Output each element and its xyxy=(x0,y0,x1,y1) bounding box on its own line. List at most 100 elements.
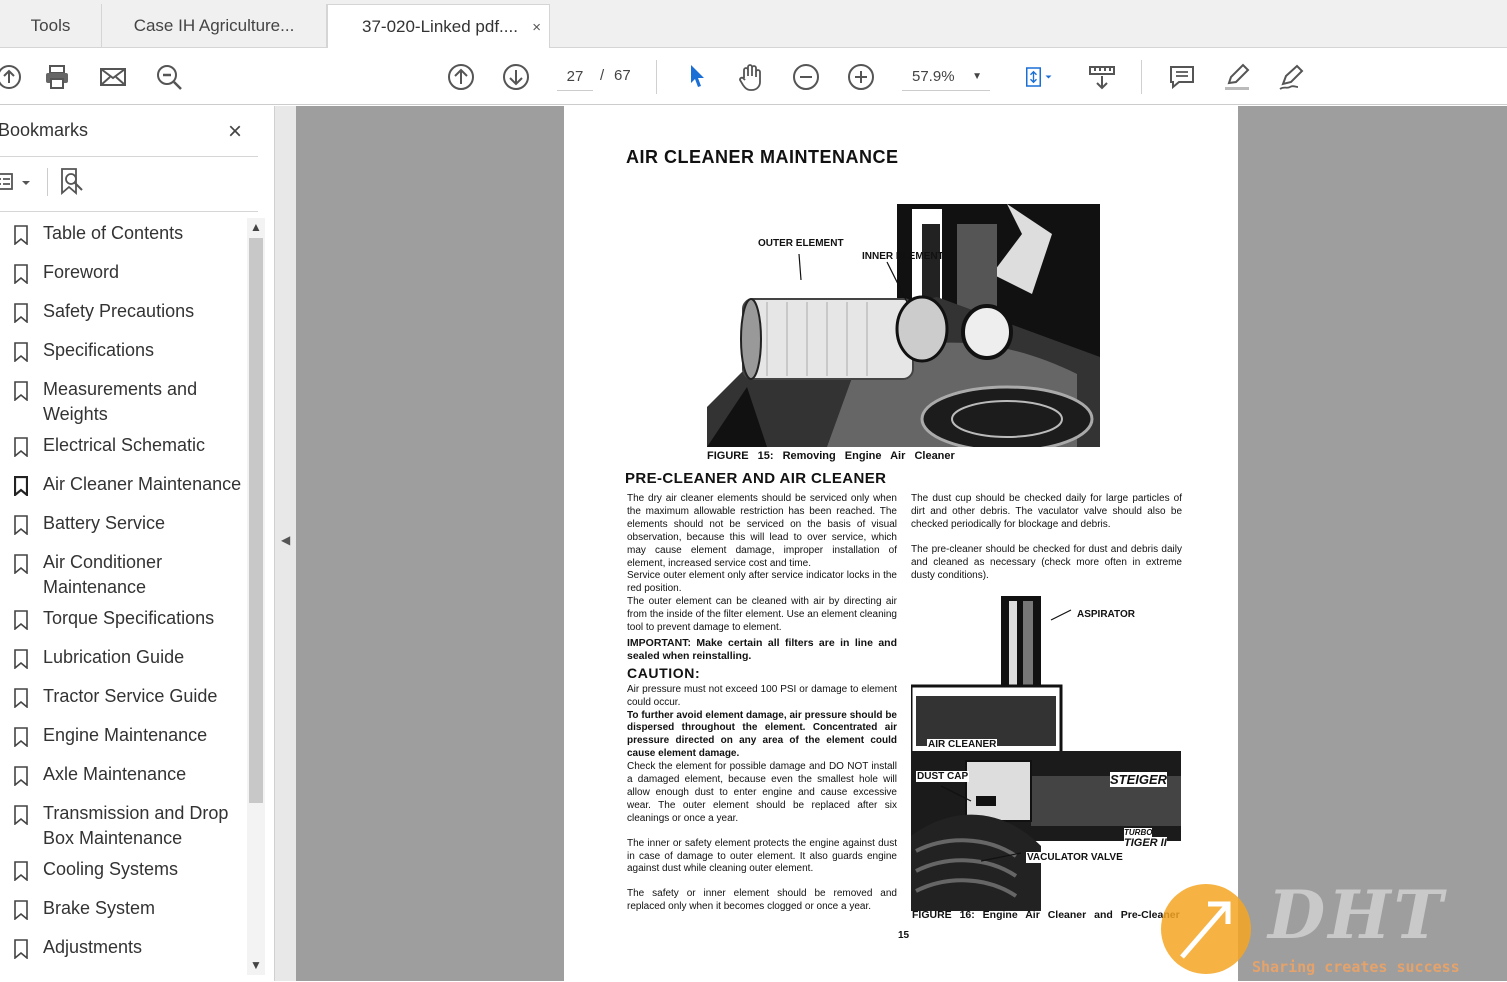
search-icon[interactable] xyxy=(152,60,186,94)
bookmark-icon xyxy=(14,939,28,959)
label-inner-element: INNER ELEMENT xyxy=(862,251,944,262)
page-number-input[interactable]: 27 xyxy=(557,63,593,91)
bookmark-icon xyxy=(14,900,28,920)
bookmark-label: Air Conditioner Maintenance xyxy=(43,552,163,597)
bookmark-icon xyxy=(14,861,28,881)
section-heading: PRE-CLEANER AND AIR CLEANER xyxy=(625,470,887,487)
toolbar-divider xyxy=(656,60,657,94)
paragraph: The safety or inner element should be re… xyxy=(627,888,897,913)
label-air-cleaner: AIR CLEANER xyxy=(927,739,998,750)
tab-linked-pdf-label: 37-020-Linked pdf.... xyxy=(362,17,518,36)
arrow-logo-icon xyxy=(1161,884,1251,974)
fit-page-icon[interactable] xyxy=(1015,60,1061,94)
label-turbo: TURBO xyxy=(1124,828,1153,837)
tab-case-ih[interactable]: Case IH Agriculture... xyxy=(102,4,327,48)
caution-heading: CAUTION: xyxy=(627,664,701,681)
page-total: 67 xyxy=(614,67,631,84)
new-bookmark-icon[interactable] xyxy=(58,166,88,196)
tab-case-ih-label: Case IH Agriculture... xyxy=(133,16,295,35)
bookmark-label: Air Cleaner Maintenance xyxy=(43,474,242,494)
bookmark-icon xyxy=(14,766,28,786)
email-icon[interactable] xyxy=(96,60,130,94)
zoom-in-icon[interactable] xyxy=(844,60,878,94)
bookmark-label: Table of Contents xyxy=(43,223,184,243)
tools-divider xyxy=(47,168,48,196)
tab-tools[interactable]: Tools xyxy=(0,4,102,48)
panel-divider xyxy=(0,156,258,157)
chevron-down-icon: ▼ xyxy=(972,71,982,82)
bookmark-label: Adjustments xyxy=(43,937,143,957)
upload-icon[interactable] xyxy=(0,60,26,94)
watermark-brand: DHT xyxy=(1268,876,1446,954)
tab-tools-label: Tools xyxy=(30,16,71,35)
scrolling-mode-icon[interactable] xyxy=(1085,60,1119,94)
label-tiger: TIGER II xyxy=(1124,837,1167,849)
zoom-out-icon[interactable] xyxy=(789,60,823,94)
document-viewer[interactable]: AIR CLEANER MAINTENANCE OUTER ELEMENT IN… xyxy=(296,106,1507,981)
bookmark-label: Engine Maintenance xyxy=(43,725,208,745)
dht-watermark: DHT Sharing creates success xyxy=(1160,876,1507,981)
figure-tractor-photo xyxy=(911,596,1181,911)
page-heading: AIR CLEANER MAINTENANCE xyxy=(626,147,899,167)
bookmark-icon xyxy=(14,805,28,825)
options-menu-icon[interactable] xyxy=(0,170,36,194)
bookmark-icon xyxy=(14,476,28,496)
paragraph: The pre-cleaner should be checked for du… xyxy=(911,543,1182,581)
paragraph: The inner or safety element protects the… xyxy=(627,837,897,875)
toolbar: 27 / 67 57.9% ▼ xyxy=(0,48,1507,105)
bookmark-icon xyxy=(14,381,28,401)
watermark-tagline: Sharing creates success xyxy=(1252,958,1460,976)
hand-tool-icon[interactable] xyxy=(734,60,768,94)
bookmarks-panel: Bookmarks × Table of Contents Foreword S… xyxy=(0,106,274,981)
left-column: The dry air cleaner elements should be s… xyxy=(627,493,897,914)
printed-page-number: 15 xyxy=(898,930,910,941)
scrollbar-thumb[interactable] xyxy=(249,238,263,803)
right-column: The dust cup should be checked daily for… xyxy=(911,493,1182,582)
bookmark-label: Lubrication Guide xyxy=(43,647,185,667)
label-outer-element: OUTER ELEMENT xyxy=(758,238,844,249)
bookmark-label: Tractor Service Guide xyxy=(43,686,218,706)
bookmark-label: Measurements and Weights xyxy=(43,379,198,424)
bookmark-label: Torque Specifications xyxy=(43,608,215,628)
previous-page-icon[interactable] xyxy=(444,60,478,94)
paragraph: The dry air cleaner elements should be s… xyxy=(627,493,897,569)
bookmark-label: Safety Precautions xyxy=(43,301,195,321)
bookmark-label: Foreword xyxy=(43,262,120,282)
bookmark-label: Battery Service xyxy=(43,513,166,533)
label-vaculator-valve: VACULATOR VALVE xyxy=(1026,852,1124,863)
paragraph: The outer element can be cleaned with ai… xyxy=(627,596,897,634)
label-aspirator: ASPIRATOR xyxy=(1077,609,1135,620)
bookmark-label: Brake System xyxy=(43,898,156,918)
paragraph: The dust cup should be checked daily for… xyxy=(911,493,1182,530)
bookmark-label: Axle Maintenance xyxy=(43,764,187,784)
zoom-select[interactable]: 57.9% ▼ xyxy=(902,63,990,91)
select-cursor-icon[interactable] xyxy=(680,60,714,94)
next-page-icon[interactable] xyxy=(499,60,533,94)
bookmark-label: Transmission and Drop Box Maintenance xyxy=(43,803,229,848)
panel-divider xyxy=(0,211,258,212)
figure-15-caption: FIGURE 15: Removing Engine Air Cleaner xyxy=(707,450,955,462)
bookmark-icon xyxy=(14,303,28,323)
panel-splitter[interactable]: ◀ xyxy=(274,106,296,981)
sign-icon[interactable] xyxy=(1275,60,1309,94)
bookmark-icon xyxy=(14,554,28,574)
scroll-up-icon[interactable]: ▲ xyxy=(247,220,265,234)
warning-paragraph: To further avoid element damage, air pre… xyxy=(627,709,897,760)
print-icon[interactable] xyxy=(40,60,74,94)
comment-icon[interactable] xyxy=(1165,60,1199,94)
bookmark-icon xyxy=(14,264,28,284)
bookmark-icon xyxy=(14,342,28,362)
scroll-down-icon[interactable]: ▼ xyxy=(247,958,265,972)
paragraph: Air pressure must not exceed 100 PSI or … xyxy=(627,683,897,708)
bookmark-icon xyxy=(14,649,28,669)
tab-linked-pdf[interactable]: 37-020-Linked pdf.... × xyxy=(327,4,550,49)
close-tab-icon[interactable]: × xyxy=(532,19,541,36)
close-panel-icon[interactable]: × xyxy=(228,118,242,146)
paragraph: Check the element for possible damage an… xyxy=(627,761,897,824)
bookmark-icon xyxy=(14,688,28,708)
bookmark-label: Electrical Schematic xyxy=(43,435,206,455)
label-dust-cap: DUST CAP xyxy=(916,771,970,782)
collapse-panel-icon[interactable]: ◀ xyxy=(281,533,290,547)
highlight-pen-icon[interactable] xyxy=(1220,60,1254,94)
bookmark-label: Cooling Systems xyxy=(43,859,179,879)
